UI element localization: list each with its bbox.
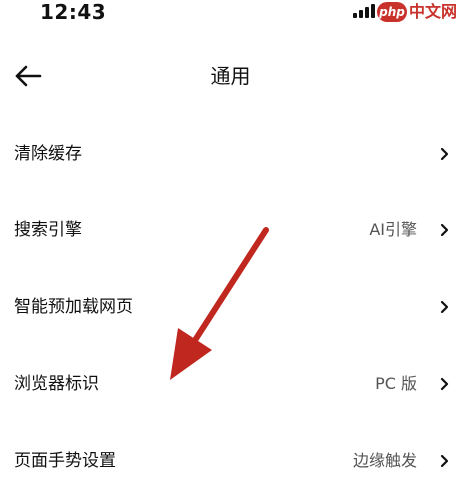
setting-page-gesture[interactable]: 页面手势设置 边缘触发 (0, 431, 461, 491)
setting-clear-cache[interactable]: 清除缓存 (0, 124, 461, 184)
chevron-right-icon (440, 454, 449, 468)
setting-label: 搜索引擎 (14, 220, 82, 240)
setting-label: 清除缓存 (14, 144, 82, 164)
setting-value: 边缘触发 (352, 451, 417, 470)
setting-label: 浏览器标识 (14, 374, 99, 394)
chevron-right-icon (440, 147, 449, 161)
setting-label: 智能预加载网页 (14, 297, 133, 317)
watermark-text: 中文网 (409, 2, 458, 21)
setting-value: AI引擎 (369, 220, 417, 239)
setting-browser-ua[interactable]: 浏览器标识 PC 版 (0, 354, 461, 414)
setting-value: PC 版 (375, 374, 417, 393)
chevron-right-icon (440, 300, 449, 314)
watermark-logo: php 中文网 (377, 1, 457, 23)
setting-label: 页面手势设置 (14, 451, 116, 471)
watermark-brand: php (377, 2, 407, 22)
page-title: 通用 (210, 64, 251, 88)
setting-smart-preload[interactable]: 智能预加载网页 (0, 277, 461, 337)
chevron-right-icon (440, 377, 449, 391)
status-bar: 12:43 php 中文网 (0, 0, 461, 28)
header: 通用 (0, 56, 461, 96)
signal-icon (353, 4, 375, 18)
chevron-right-icon (440, 223, 449, 237)
setting-search-engine[interactable]: 搜索引擎 AI引擎 (0, 200, 461, 260)
status-time: 12:43 (40, 0, 107, 24)
